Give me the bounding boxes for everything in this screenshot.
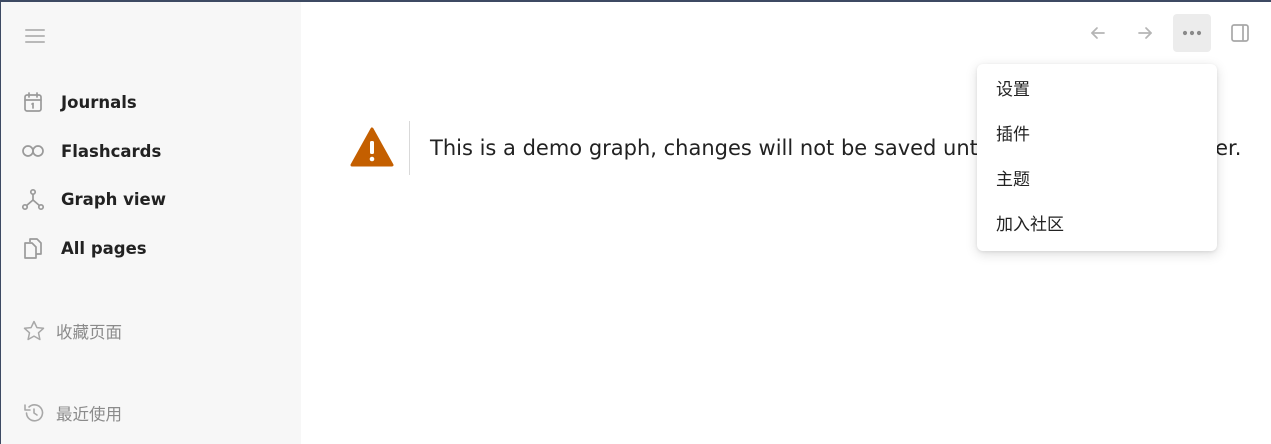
graph-icon: [21, 187, 45, 211]
infinity-icon: [21, 139, 45, 163]
recent-section-header[interactable]: 最近使用: [21, 398, 122, 428]
calendar-icon: [21, 90, 45, 114]
forward-button[interactable]: [1126, 14, 1164, 52]
pages-icon: [21, 236, 45, 260]
more-options-menu: 设置 插件 主题 加入社区: [977, 64, 1217, 251]
warning-divider: [409, 121, 410, 175]
menu-item-join-community[interactable]: 加入社区: [977, 202, 1217, 242]
sidebar-item-label: All pages: [61, 238, 147, 258]
favorites-section-header[interactable]: 收藏页面: [21, 316, 122, 346]
sidebar-item-journals[interactable]: Journals: [21, 84, 281, 120]
more-options-button[interactable]: [1173, 14, 1211, 52]
more-horizontal-icon: [1182, 30, 1202, 36]
menu-item-plugins[interactable]: 插件: [977, 112, 1217, 152]
sidebar-item-label: Journals: [61, 92, 137, 112]
menu-item-themes[interactable]: 主题: [977, 157, 1217, 197]
menu-toggle-icon[interactable]: [25, 26, 47, 44]
right-sidebar-icon: [1231, 24, 1249, 42]
menu-item-settings[interactable]: 设置: [977, 67, 1217, 107]
toggle-right-sidebar-button[interactable]: [1221, 14, 1259, 52]
recent-label: 最近使用: [56, 405, 122, 424]
arrow-right-icon: [1138, 27, 1152, 39]
favorites-label: 收藏页面: [56, 323, 122, 342]
star-icon: [21, 318, 47, 344]
sidebar-item-graph-view[interactable]: Graph view: [21, 181, 281, 217]
sidebar-item-flashcards[interactable]: Flashcards: [21, 133, 281, 169]
sidebar-item-label: Flashcards: [61, 141, 162, 161]
warning-icon: [349, 125, 395, 171]
arrow-left-icon: [1091, 27, 1105, 39]
left-sidebar: Journals Flashcards Graph view All pages…: [1, 2, 301, 444]
sidebar-item-all-pages[interactable]: All pages: [21, 230, 281, 266]
back-button[interactable]: [1079, 14, 1117, 52]
sidebar-item-label: Graph view: [61, 189, 166, 209]
history-icon: [21, 400, 47, 426]
